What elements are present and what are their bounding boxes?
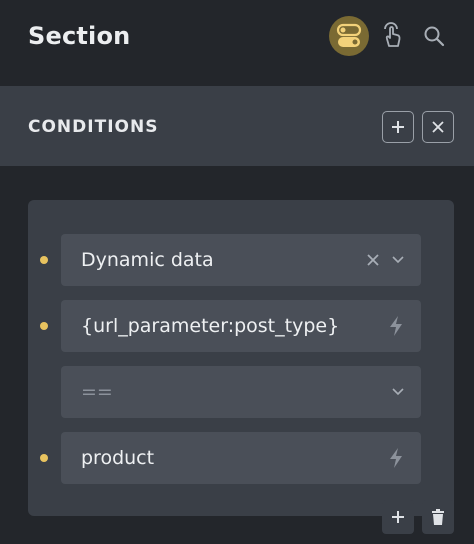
pointer-hand-icon[interactable]	[372, 16, 412, 56]
condition-key-value: Dynamic data	[81, 249, 214, 271]
page-title: Section	[28, 22, 131, 50]
comparison-operator-select[interactable]: ==	[61, 366, 421, 418]
trash-icon	[432, 509, 444, 525]
condition-key-select[interactable]: Dynamic data	[61, 234, 421, 286]
lightning-bolt-icon[interactable]	[384, 300, 408, 352]
close-conditions-button[interactable]	[422, 111, 454, 143]
dynamic-data-value: {url_parameter:post_type}	[81, 315, 340, 337]
condition-indicator-dot	[40, 322, 48, 330]
search-icon[interactable]	[414, 16, 454, 56]
chevron-down-icon[interactable]	[386, 366, 410, 418]
condition-value: product	[81, 447, 155, 469]
plus-icon	[392, 121, 404, 133]
condition-indicator-dot	[40, 454, 48, 462]
lightning-bolt-icon[interactable]	[384, 432, 408, 484]
chevron-down-icon[interactable]	[386, 234, 410, 286]
delete-condition-group-button[interactable]	[422, 500, 454, 534]
toggle-switch-icon[interactable]	[329, 16, 369, 56]
close-icon	[432, 121, 444, 133]
condition-value-input[interactable]: product	[61, 432, 421, 484]
condition-indicator-dot	[40, 256, 48, 264]
clear-icon[interactable]	[361, 234, 385, 286]
operator-value: ==	[81, 381, 113, 403]
conditions-label: CONDITIONS	[28, 117, 159, 137]
add-condition-button[interactable]	[382, 111, 414, 143]
add-condition-row-button[interactable]	[382, 500, 414, 534]
dynamic-data-input[interactable]: {url_parameter:post_type}	[61, 300, 421, 352]
plus-icon	[392, 511, 404, 523]
